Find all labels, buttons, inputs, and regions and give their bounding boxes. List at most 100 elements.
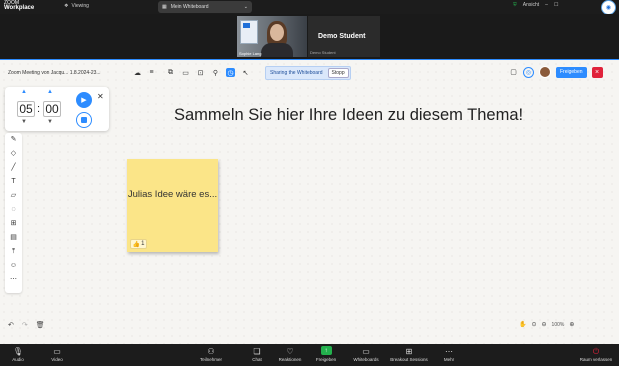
left-toolbar: ✎ ◇ ╱ T ▱ ◌ ⊞ ▤ ⤒ ☺ ⋯ bbox=[5, 133, 22, 293]
present-icon[interactable]: ▭ bbox=[181, 68, 190, 77]
minutes-down-icon[interactable]: ▼ bbox=[21, 119, 27, 125]
pointer-icon[interactable]: ↖ bbox=[241, 68, 250, 77]
more-tools-icon[interactable]: ⋯ bbox=[10, 275, 17, 284]
audio-button[interactable]: 🎙 Audio bbox=[0, 346, 38, 362]
top-bar: ZOOM Workplace ❖ Viewing ▦ Mein Whiteboa… bbox=[0, 0, 619, 15]
pen-icon[interactable]: ✎ bbox=[11, 135, 17, 144]
leave-label: Raum verlassen bbox=[579, 357, 613, 362]
video-label: Video bbox=[51, 357, 63, 362]
meeting-toolbar: 🎙 Audio ▭ Video ⚇ Teilnehmer ❏ Chat ♡ Re… bbox=[0, 344, 619, 366]
whiteboard-title-text: Zoom Meeting von Jacqu... 1.8.2024-23... bbox=[8, 70, 101, 76]
more-button[interactable]: ⋯ Mehr bbox=[429, 346, 469, 362]
zoom-in-icon[interactable]: ⊕ bbox=[569, 321, 574, 328]
participant-name: Sophie Lang bbox=[239, 51, 262, 56]
share-status-text: Sharing the Whiteboard bbox=[270, 70, 323, 76]
participant-tile-sophie[interactable]: Sophie Lang bbox=[237, 16, 307, 57]
share-status-banner: Sharing the Whiteboard Stopp bbox=[265, 66, 351, 80]
share-button[interactable]: Freigeben bbox=[556, 66, 587, 78]
participant-name: Demo Student bbox=[318, 33, 366, 40]
zoom-level[interactable]: 100% bbox=[552, 322, 565, 328]
menu-icon[interactable]: ≡ bbox=[147, 68, 156, 77]
comment-icon[interactable]: ◌ bbox=[11, 205, 15, 214]
more-label: Mehr bbox=[443, 357, 455, 362]
minimize-icon[interactable]: – bbox=[545, 2, 548, 8]
seconds-down-icon[interactable]: ▼ bbox=[47, 119, 53, 125]
reactions-button[interactable]: ♡ Reaktionen bbox=[270, 346, 310, 362]
top-right-controls: ⛨ Ansicht – ☐ bbox=[513, 2, 558, 8]
share-screen-label: Freigeben bbox=[315, 357, 337, 362]
breakout-label: Breakout Sessions bbox=[390, 357, 428, 362]
window-icon[interactable]: ▢ bbox=[509, 68, 518, 77]
timer-tool-icon[interactable]: ◷ bbox=[226, 68, 235, 77]
close-whiteboard-button[interactable]: × bbox=[591, 66, 603, 78]
timer-stop-button[interactable] bbox=[76, 112, 92, 128]
zoom-out-icon[interactable]: ⊖ bbox=[542, 321, 547, 328]
hand-icon[interactable]: ✋ bbox=[519, 321, 526, 328]
whiteboard-heading[interactable]: Sammeln Sie hier Ihre Ideen zu diesem Th… bbox=[174, 106, 523, 125]
sticky-note[interactable]: Julias Idee wäre es... 👍 1 bbox=[127, 159, 218, 252]
whiteboard-tab-label: Mein Whiteboard bbox=[170, 4, 209, 10]
lock-icon[interactable]: ⊙ bbox=[531, 321, 536, 328]
app-brand: ZOOM Workplace bbox=[4, 1, 35, 12]
whiteboard-tab[interactable]: ▦ Mein Whiteboard ⌄ bbox=[158, 1, 252, 13]
cloud-icon[interactable]: ☁ bbox=[133, 68, 142, 77]
participants-icon: ⚇ bbox=[207, 347, 215, 356]
reactions-label: Reaktionen bbox=[278, 357, 302, 362]
cursor-sync-icon[interactable]: ◎ bbox=[523, 66, 534, 78]
stop-icon bbox=[81, 117, 87, 123]
view-tools: ⧉ ▭ ⊡ ⚲ ◷ ↖ bbox=[166, 68, 250, 77]
undo-icon[interactable]: ↶ bbox=[8, 321, 14, 329]
sticky-note-text: Julias Idee wäre es... bbox=[127, 189, 218, 200]
chat-icon: ❏ bbox=[253, 347, 261, 356]
maximize-icon[interactable]: ☐ bbox=[554, 2, 558, 8]
close-icon[interactable]: ✕ bbox=[97, 92, 104, 101]
timer-play-button[interactable]: ▶ bbox=[76, 92, 92, 108]
more-icon: ⋯ bbox=[445, 347, 453, 356]
mic-icon: 🎙 bbox=[12, 347, 24, 356]
timer-widget: ▲ ▲ 05 : 00 ▼ ▼ ▶ ✕ bbox=[5, 87, 109, 131]
layout-icon[interactable]: ⧉ bbox=[166, 68, 175, 77]
sticky-note-icon[interactable]: ▱ bbox=[11, 191, 16, 200]
seconds-up-icon[interactable]: ▲ bbox=[47, 89, 53, 95]
redo-icon[interactable]: ↷ bbox=[22, 321, 28, 329]
video-button[interactable]: ▭ Video bbox=[37, 346, 77, 362]
participant-label: Demo Student bbox=[310, 50, 336, 55]
brand-line2: Workplace bbox=[4, 5, 35, 11]
reaction-badge[interactable]: 👍 1 bbox=[130, 239, 147, 249]
screen-icon[interactable]: ⊡ bbox=[196, 68, 205, 77]
emoji-icon[interactable]: ☺ bbox=[10, 261, 17, 270]
profile-avatar[interactable]: ◉ bbox=[601, 0, 616, 15]
whiteboard-right-controls: ▢ ◎ Freigeben × bbox=[509, 66, 603, 78]
templates-icon[interactable]: ⊞ bbox=[11, 219, 17, 228]
text-icon[interactable]: T bbox=[11, 177, 15, 186]
trash-icon[interactable]: 🗑 bbox=[36, 321, 45, 329]
reaction-count: 1 bbox=[141, 241, 145, 247]
user-avatar[interactable] bbox=[539, 66, 551, 78]
chat-label: Chat bbox=[252, 357, 262, 362]
upload-icon[interactable]: ⤒ bbox=[12, 247, 15, 256]
audio-label: Audio bbox=[12, 357, 24, 362]
share-screen-button[interactable]: ↑ Freigeben bbox=[306, 346, 346, 362]
participant-tile-demo[interactable]: Demo Student Demo Student bbox=[308, 16, 380, 57]
participants-button[interactable]: ⚇ Teilnehmer bbox=[191, 346, 231, 362]
chevron-down-icon: ⌄ bbox=[243, 4, 248, 10]
stop-share-button[interactable]: Stopp bbox=[327, 68, 349, 78]
participant-body bbox=[261, 43, 293, 57]
reactions-icon: ♡ bbox=[286, 347, 294, 356]
participants-label: Teilnehmer bbox=[199, 357, 222, 362]
viewing-indicator[interactable]: ❖ Viewing bbox=[64, 3, 89, 9]
history-controls: ↶ ↷ 🗑 bbox=[8, 321, 45, 329]
shapes-icon[interactable]: ◇ bbox=[11, 149, 16, 158]
share-icon: ↑ bbox=[320, 346, 332, 355]
whiteboard-tab-icon: ▦ bbox=[162, 4, 167, 10]
breakout-button[interactable]: ⊞ Breakout Sessions bbox=[389, 346, 429, 362]
leave-button[interactable]: ⏻ Raum verlassen bbox=[576, 346, 616, 362]
minutes-up-icon[interactable]: ▲ bbox=[21, 89, 27, 95]
line-icon[interactable]: ╱ bbox=[11, 163, 15, 172]
timer-seconds[interactable]: 00 bbox=[43, 101, 61, 117]
view-label[interactable]: Ansicht bbox=[523, 2, 539, 8]
whiteboards-button[interactable]: ▭ Whiteboards bbox=[346, 346, 386, 362]
person-icon[interactable]: ⚲ bbox=[211, 68, 220, 77]
timer-minutes[interactable]: 05 bbox=[17, 101, 35, 117]
table-icon[interactable]: ▤ bbox=[10, 233, 17, 242]
